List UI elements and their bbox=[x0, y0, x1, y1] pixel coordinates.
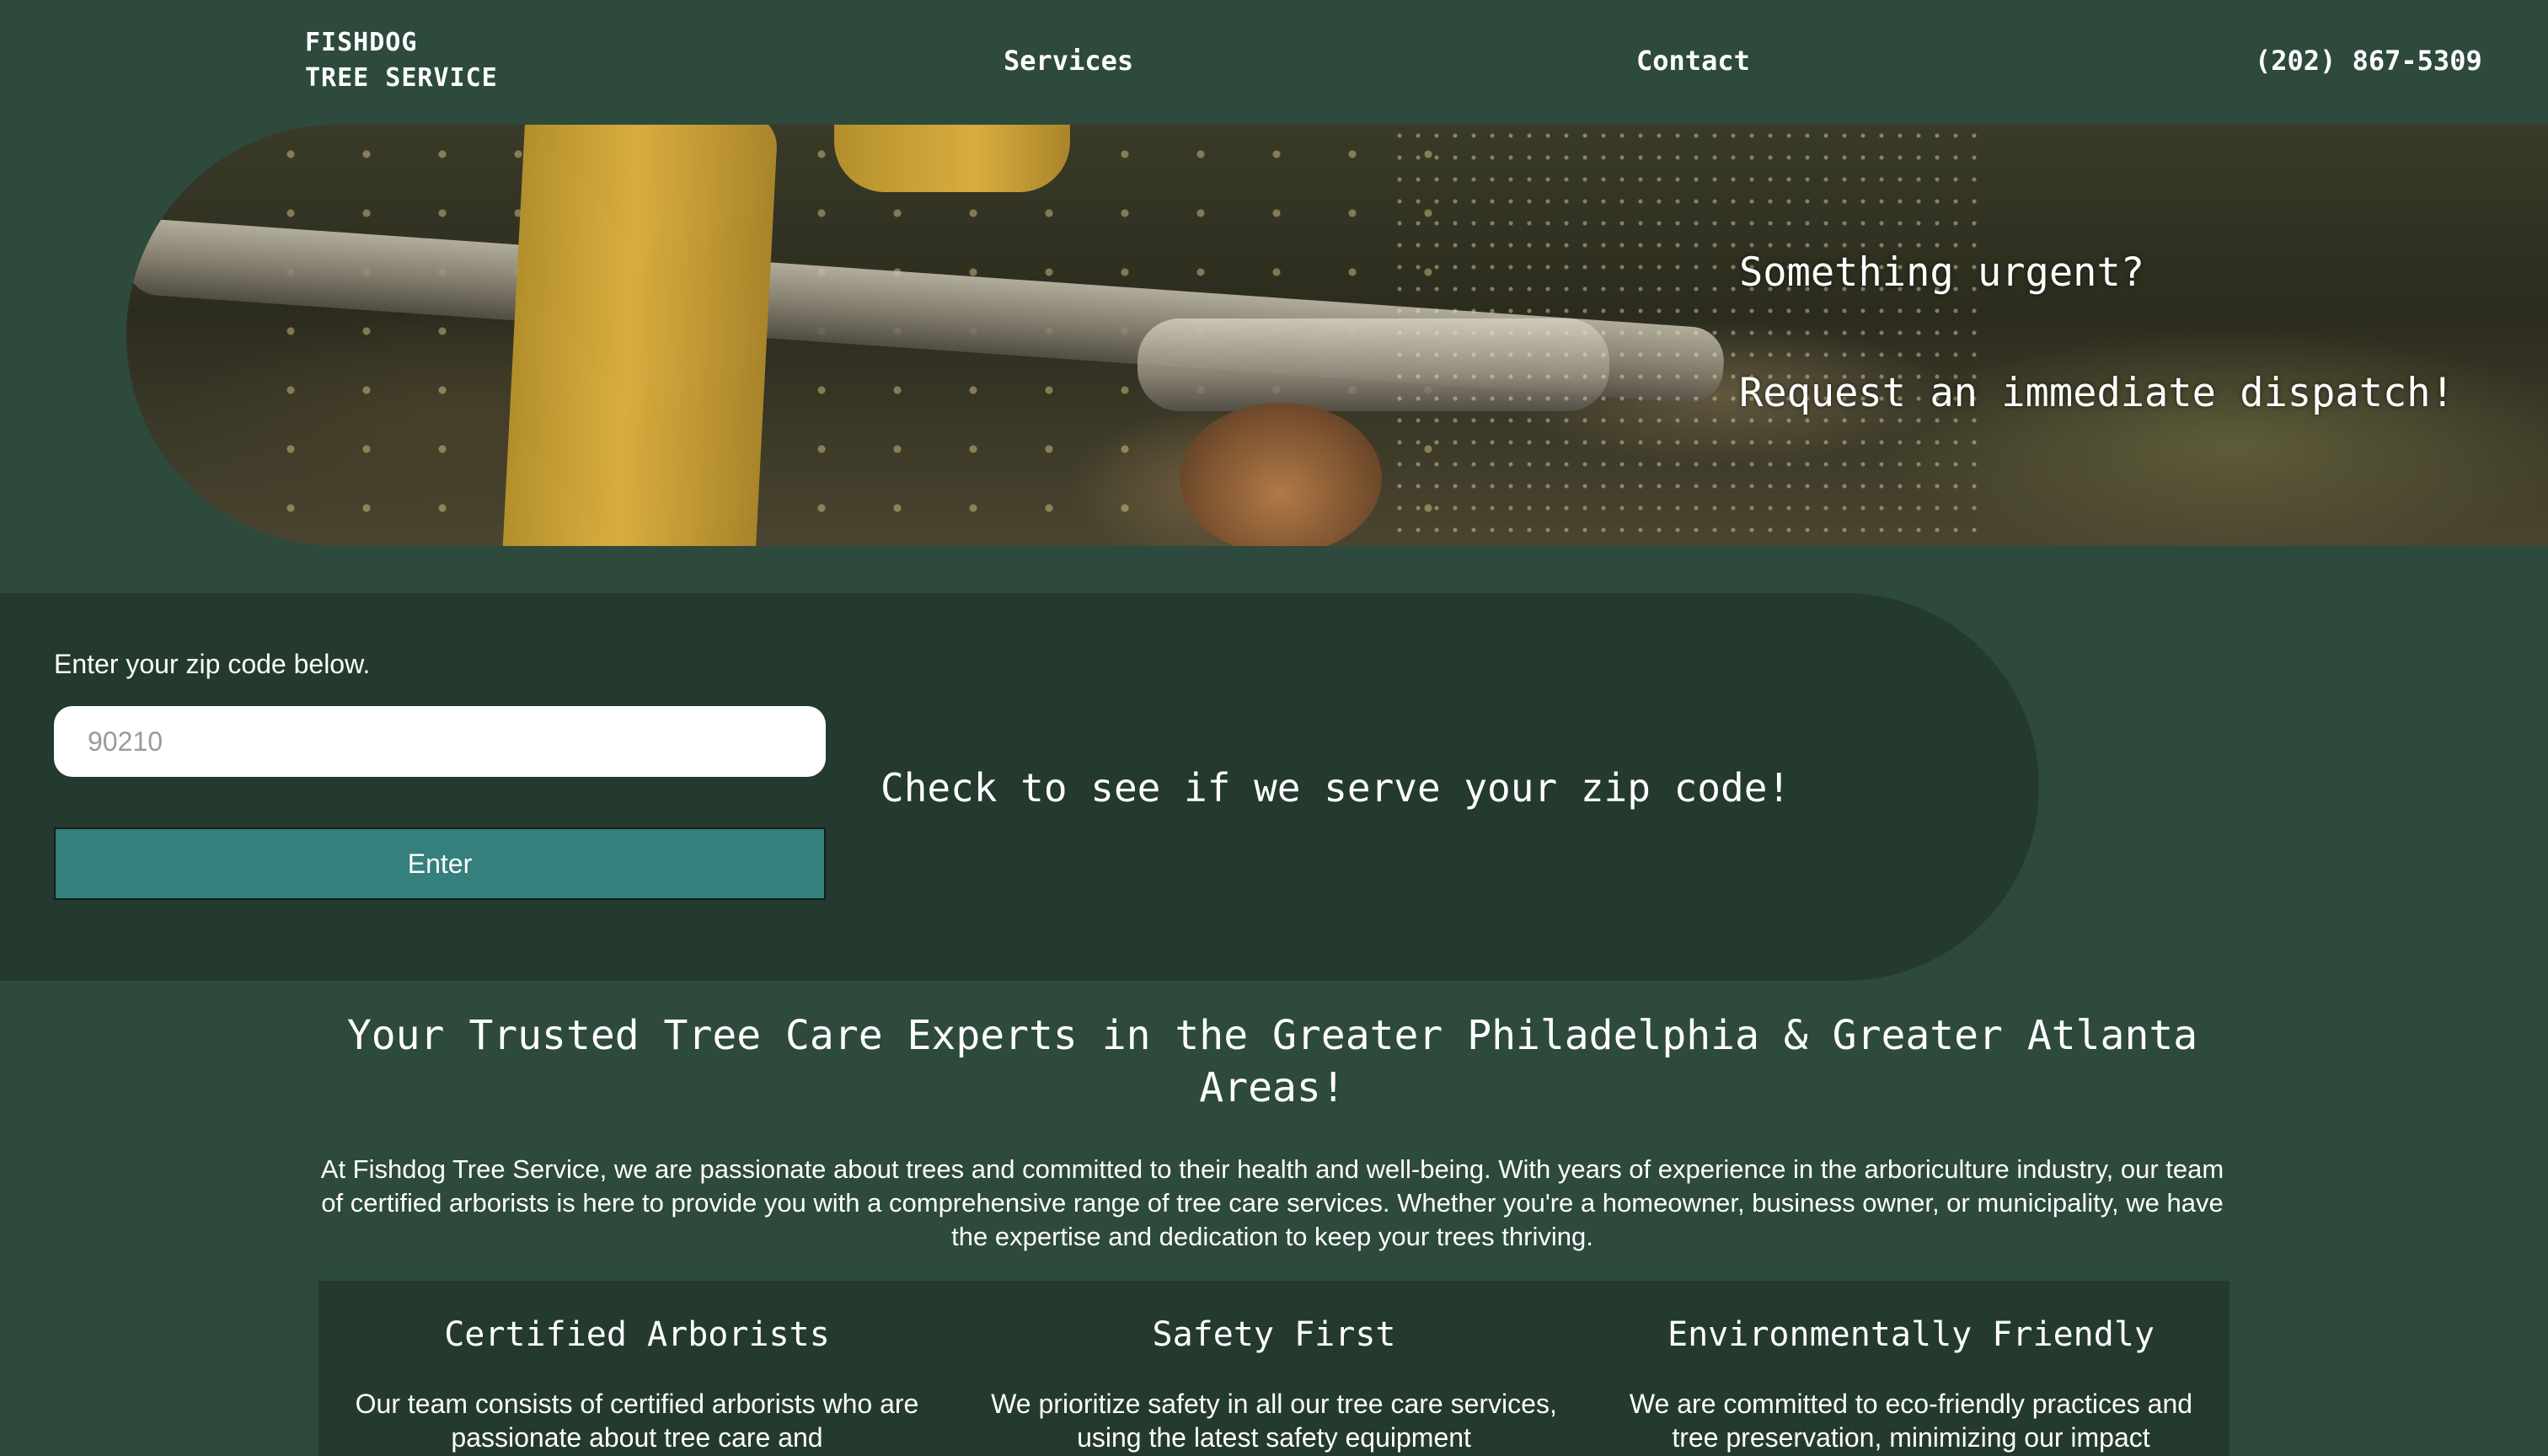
feature-text: We prioritize safety in all our tree car… bbox=[991, 1389, 1557, 1453]
hero-dispatch-link[interactable]: Request an immediate dispatch! bbox=[1739, 367, 2454, 420]
about-paragraph: At Fishdog Tree Service, we are passiona… bbox=[320, 1154, 2224, 1251]
zip-code-input[interactable] bbox=[54, 706, 826, 777]
hero-photo-log-end bbox=[1180, 403, 1382, 546]
nav-phone-link[interactable]: (202) 867-5309 bbox=[2255, 42, 2482, 79]
nav-link-services[interactable]: Services bbox=[1004, 42, 1133, 79]
features-panel: Certified Arborists Our team consists of… bbox=[318, 1281, 2230, 1456]
zip-enter-button[interactable]: Enter bbox=[54, 827, 826, 900]
hero-photo-worker-leg bbox=[502, 125, 779, 546]
zip-field-label: Enter your zip code below. bbox=[54, 649, 371, 679]
logo-line-1: FISHDOG bbox=[305, 28, 418, 57]
hero-urgent-text: Something urgent? bbox=[1739, 249, 2145, 296]
feature-title: Certified Arborists bbox=[444, 1315, 830, 1354]
feature-text: We are committed to eco-friendly practic… bbox=[1629, 1389, 2193, 1453]
feature-certified-arborists: Certified Arborists Our team consists of… bbox=[318, 1281, 956, 1454]
zip-check-heading: Check to see if we serve your zip code! bbox=[881, 765, 1791, 811]
feature-title: Environmentally Friendly bbox=[1667, 1315, 2155, 1354]
logo-line-2: TREE SERVICE bbox=[305, 63, 498, 93]
hero-banner-image bbox=[126, 125, 2548, 546]
feature-text: Our team consists of certified arborists… bbox=[355, 1389, 919, 1453]
hero-photo-wood-chips bbox=[1390, 125, 1980, 546]
site-logo[interactable]: FISHDOG TREE SERVICE bbox=[305, 25, 498, 96]
feature-environmentally-friendly: Environmentally Friendly We are committe… bbox=[1592, 1281, 2230, 1454]
hero-photo-worker-boot bbox=[834, 125, 1070, 192]
feature-safety-first: Safety First We prioritize safety in all… bbox=[956, 1281, 1592, 1454]
about-heading: Your Trusted Tree Care Experts in the Gr… bbox=[346, 1012, 2198, 1111]
feature-title: Safety First bbox=[1152, 1315, 1396, 1354]
nav-link-contact[interactable]: Contact bbox=[1636, 42, 1750, 79]
